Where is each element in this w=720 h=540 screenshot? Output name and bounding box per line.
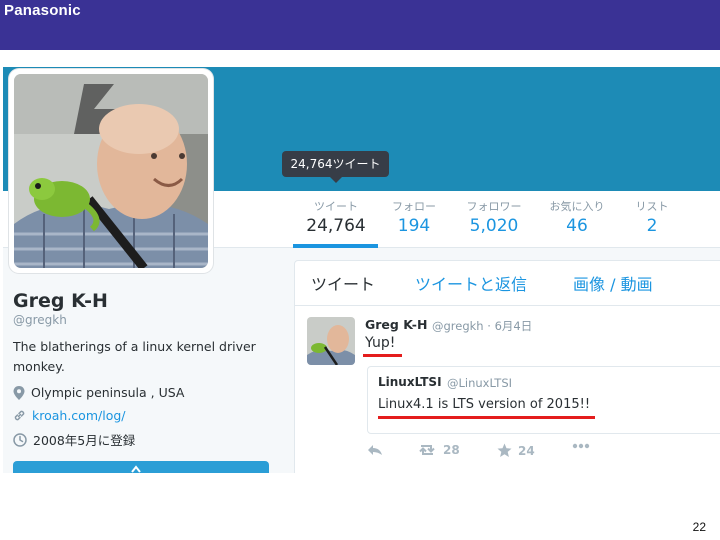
reply-icon [368, 445, 382, 455]
profile-handle[interactable]: @gregkh [13, 313, 67, 327]
stat-label: お気に入り [549, 200, 605, 213]
quoted-author-handle: @LinuxLTSI [447, 376, 513, 390]
profile-joined: 2008年5月に登録 [13, 430, 135, 449]
stat-value: 24,764 [306, 216, 366, 236]
joined-text: 2008年5月に登録 [33, 433, 136, 448]
reply-button[interactable] [367, 443, 383, 457]
tweet-avatar[interactable] [307, 317, 355, 365]
stat-lists[interactable]: リスト 2 [627, 200, 677, 238]
active-stat-indicator [293, 244, 378, 248]
tab-media[interactable]: 画像 / 動画 [573, 271, 653, 295]
stat-label: リスト [635, 200, 669, 213]
timeline-card: ツイート ツイートと返信 画像 / 動画 Greg K-H @gregkh · … [294, 260, 720, 473]
link-icon [14, 410, 25, 421]
quoted-tweet-text: Linux4.1 is LTS version of 2015!! [378, 397, 591, 412]
timeline-tabs: ツイート ツイートと返信 画像 / 動画 [295, 261, 720, 306]
quoted-author-name: LinuxLTSI [378, 375, 442, 389]
stat-label: フォロワー [466, 200, 522, 213]
stat-value: 194 [397, 216, 431, 236]
profile-bio: The blatherings of a linux kernel driver… [13, 339, 256, 374]
stat-value: 5,020 [469, 216, 519, 236]
favorite-count: 24 [518, 443, 535, 458]
favorite-button[interactable]: 24 [497, 443, 535, 458]
stat-label: フォロー [392, 200, 436, 213]
tweet-meta: @gregkh · 6月4日 [432, 319, 533, 333]
stat-followers[interactable]: フォロワー 5,020 [459, 200, 529, 238]
stat-tweets[interactable]: ツイート 24,764 [303, 200, 369, 238]
twitter-profile-screenshot: 24,764ツイート ツイート 24,764 フォロー 194 フォロワー 5,… [3, 67, 720, 473]
more-button[interactable] [572, 443, 590, 449]
location-text: Olympic peninsula , USA [31, 385, 185, 400]
star-icon [497, 443, 512, 457]
profile-location: Olympic peninsula , USA [13, 385, 184, 400]
location-pin-icon [13, 385, 25, 400]
clock-icon [13, 432, 27, 447]
retweet-button[interactable]: 28 [417, 443, 460, 457]
tweet-text: Yup! [365, 335, 396, 351]
tab-tweets-and-replies[interactable]: ツイートと返信 [415, 271, 527, 295]
profile-name: Greg K-H [13, 290, 108, 312]
quoted-tweet[interactable]: LinuxLTSI @LinuxLTSI Linux4.1 is LTS ver… [367, 366, 720, 434]
profile-website[interactable]: kroah.com/log/ [13, 408, 125, 423]
retweet-count: 28 [443, 443, 460, 457]
chevron-icon [131, 465, 141, 473]
avatar-photo [14, 74, 208, 268]
stat-favorites[interactable]: お気に入り 46 [543, 200, 611, 238]
brand-logo: Panasonic [4, 2, 81, 19]
stat-value: 2 [646, 216, 658, 236]
slide-page-number: 22 [692, 520, 706, 534]
stat-value: 46 [566, 216, 588, 236]
website-link[interactable]: kroah.com/log/ [32, 408, 125, 423]
tweet-count-tooltip: 24,764ツイート [282, 151, 389, 183]
more-icon [572, 443, 590, 449]
tweet-author-name[interactable]: Greg K-H [365, 317, 427, 332]
tab-tweets[interactable]: ツイート [311, 271, 375, 295]
follow-button[interactable] [13, 461, 269, 473]
highlight-underline [378, 416, 595, 419]
highlight-underline [363, 354, 402, 357]
profile-avatar[interactable] [9, 69, 213, 273]
slide-header: Panasonic [0, 0, 720, 50]
stat-following[interactable]: フォロー 194 [383, 200, 445, 238]
retweet-icon [419, 445, 435, 455]
stat-label: ツイート [314, 200, 358, 213]
